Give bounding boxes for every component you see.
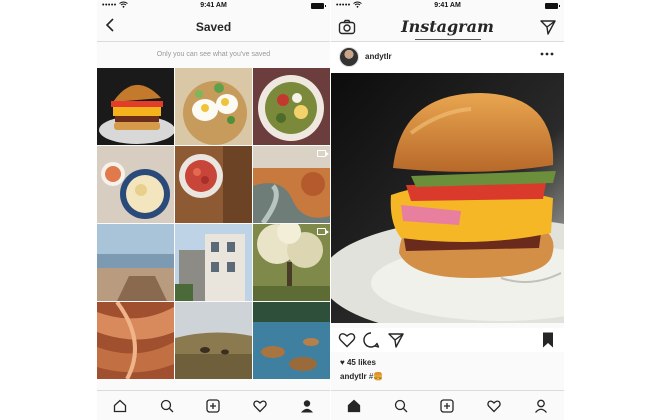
ellipsis-icon	[540, 52, 554, 56]
saved-post-thumbnail[interactable]	[97, 224, 174, 301]
profile-icon	[300, 399, 313, 412]
tab-profile[interactable]	[297, 396, 317, 416]
status-time: 9:41 AM	[434, 2, 461, 9]
activity-heart-icon	[253, 399, 267, 412]
video-icon	[317, 228, 329, 235]
saved-post-thumbnail[interactable]	[175, 68, 252, 145]
paper-plane-icon	[540, 20, 556, 35]
tab-home[interactable]	[110, 396, 130, 416]
post-header: andytlr	[331, 42, 564, 73]
add-post-icon	[206, 398, 221, 413]
feed-header: Instagram	[331, 12, 564, 42]
bookmark-filled-icon	[543, 332, 553, 348]
saved-post-thumbnail[interactable]	[97, 302, 174, 379]
status-time: 9:41 AM	[200, 2, 227, 9]
video-icon	[317, 150, 329, 157]
post-caption: andytlr #🍔	[340, 372, 383, 381]
heart-icon	[338, 333, 356, 348]
saved-screen: ••••• 9:41 AM Saved Only you can see wha…	[97, 0, 330, 420]
tab-bar	[331, 390, 564, 420]
paper-plane-icon	[388, 333, 404, 348]
save-button[interactable]	[539, 331, 557, 349]
share-button[interactable]	[387, 331, 405, 349]
like-count[interactable]: ♥ 45 likes	[340, 358, 376, 367]
search-icon	[394, 399, 408, 412]
tab-home[interactable]	[344, 396, 364, 416]
caption-username[interactable]: andytlr	[340, 372, 367, 381]
tab-bar	[97, 390, 330, 420]
search-icon	[160, 399, 174, 412]
home-icon	[114, 399, 127, 412]
post-actions	[331, 328, 564, 352]
speech-bubble-icon	[363, 332, 380, 348]
caption-text: #🍔	[366, 372, 384, 381]
tab-search[interactable]	[157, 396, 177, 416]
tab-activity[interactable]	[484, 396, 504, 416]
saved-post-thumbnail[interactable]	[175, 224, 252, 301]
add-post-icon	[440, 398, 455, 413]
saved-post-thumbnail[interactable]	[253, 224, 330, 301]
saved-post-thumbnail[interactable]	[253, 146, 330, 223]
tab-add[interactable]	[437, 396, 457, 416]
saved-post-thumbnail[interactable]	[175, 146, 252, 223]
logo-underline	[415, 39, 481, 40]
comment-button[interactable]	[362, 331, 380, 349]
activity-heart-icon	[487, 399, 501, 412]
profile-icon	[534, 399, 547, 413]
tab-search[interactable]	[391, 396, 411, 416]
status-bar: ••••• 9:41 AM	[97, 0, 330, 12]
privacy-hint: Only you can see what you've saved	[156, 51, 271, 58]
tab-activity[interactable]	[250, 396, 270, 416]
saved-post-thumbnail[interactable]	[175, 302, 252, 379]
post-username[interactable]: andytlr	[365, 52, 392, 61]
page-title: Saved	[195, 20, 232, 34]
post-image[interactable]	[331, 73, 564, 323]
saved-post-thumbnail[interactable]	[97, 146, 174, 223]
feed-screen: ••••• 9:41 AM Instagram andytlr ♥ 45 lik…	[331, 0, 564, 420]
tab-add[interactable]	[203, 396, 223, 416]
saved-grid	[97, 68, 330, 390]
more-options-button[interactable]	[540, 48, 554, 60]
saved-header: Saved	[97, 12, 330, 42]
avatar[interactable]	[339, 47, 359, 67]
direct-button[interactable]	[539, 18, 557, 36]
saved-post-thumbnail[interactable]	[253, 302, 330, 379]
saved-post-thumbnail[interactable]	[253, 68, 330, 145]
saved-post-thumbnail[interactable]	[97, 68, 174, 145]
like-button[interactable]	[338, 331, 356, 349]
battery-icon	[311, 3, 326, 9]
tab-profile[interactable]	[531, 396, 551, 416]
status-bar: ••••• 9:41 AM	[331, 0, 564, 12]
battery-icon	[545, 3, 560, 9]
instagram-logo: Instagram	[401, 17, 494, 36]
home-icon	[348, 399, 361, 412]
